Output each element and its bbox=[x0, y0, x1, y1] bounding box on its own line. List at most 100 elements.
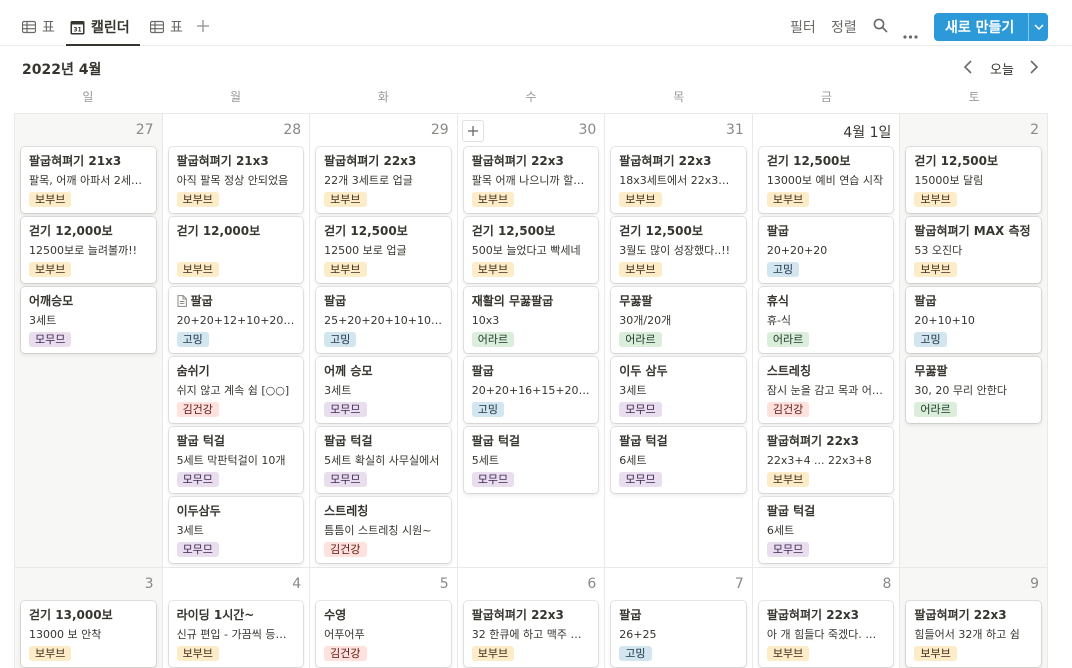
event-tag: 보부브 bbox=[914, 262, 957, 277]
event-card[interactable]: 팔굽 20+20+16+15+20+17 고밍 bbox=[463, 357, 599, 423]
event-tag: 김건강 bbox=[324, 542, 367, 557]
event-card[interactable]: 재활의 무꿇팔굽 10x3 어라르 bbox=[463, 287, 599, 353]
view-tab-calendar[interactable]: 31 캘린더 bbox=[70, 16, 130, 38]
event-card[interactable]: 팔굽 턱걸 6세트 모무므 bbox=[758, 497, 894, 563]
calendar-day[interactable]: 29 팔굽혀펴기 22x3 22개 3세트로 업글 보부브 걷기 12,500보 1250… bbox=[310, 114, 458, 568]
event-card[interactable]: 라이딩 1시간~ 신규 편입 - 가끔씩 등장 예정보부브 bbox=[168, 601, 304, 667]
event-card[interactable]: 팔굽 26+25 고밍 bbox=[611, 601, 746, 667]
event-description: 10x3 bbox=[471, 314, 500, 327]
event-card[interactable]: 걷기 12,500보 15000보 달림 보부브 bbox=[906, 147, 1041, 213]
event-card[interactable]: 걷기 12,000보 12500보로 늘려볼까!! 보부브 bbox=[21, 217, 156, 283]
event-card[interactable]: 걷기 12,500보 13000보 예비 연습 시작 보부브 bbox=[758, 147, 894, 213]
event-card[interactable]: 팔굽 20+20+20 고밍 bbox=[758, 217, 894, 283]
view-tab-table-1[interactable]: 표 bbox=[22, 16, 55, 38]
event-card[interactable]: 팔굽 20+20+12+10+20+20+20 고밍 bbox=[168, 287, 304, 353]
calendar-day[interactable]: 2 걷기 12,500보 15000보 달림 보부브 팔굽혀펴기 MAX 측정 53 오진… bbox=[900, 114, 1048, 568]
event-card[interactable]: 걷기 12,000보 보부브 bbox=[168, 217, 304, 283]
event-card[interactable]: 팔굽혀펴기 21x3 팔목, 어깨 아파서 2세트 감 보부브 bbox=[21, 147, 156, 213]
event-card[interactable]: 수영 어푸어푸 김건강 bbox=[316, 601, 451, 667]
today-button[interactable]: 오늘 bbox=[990, 59, 1014, 78]
event-card[interactable]: 이두 삼두 3세트 모무므 bbox=[611, 357, 746, 423]
event-title: 팔굽혀펴기 21x3 bbox=[176, 154, 269, 168]
event-description: 20+20+16+15+20+17 bbox=[471, 384, 591, 397]
event-card[interactable]: 팔굽 25+20+20+10+10+10+10 고밍 bbox=[316, 287, 451, 353]
calendar-day[interactable]: 6 팔굽혀펴기 22x3 32 한큐에 하고 맥주 한잔 보부브 bbox=[457, 568, 606, 668]
event-card[interactable]: 팔굽혀펴기 21x3 아직 팔목 정상 안되었음 보부브 bbox=[168, 147, 304, 213]
event-title: 재활의 무꿇팔굽 bbox=[471, 294, 554, 308]
event-card[interactable]: 걷기 12,500보 3월도 많이 성장했다..!! 보부브 bbox=[611, 217, 746, 283]
event-card[interactable]: 휴식 휴-식 어라르 bbox=[758, 287, 894, 353]
calendar-day[interactable]: 9 팔굽혀펴기 22x3 힘들어서 32개 하고 쉼 보부브 bbox=[900, 568, 1048, 668]
more-options-button[interactable] bbox=[903, 24, 918, 43]
event-description: 12500 보로 업글 bbox=[324, 244, 407, 257]
calendar-day[interactable]: 5 수영 어푸어푸 김건강 bbox=[310, 568, 458, 668]
event-card[interactable]: 걷기 13,000보 13000 보 안착 보부브 bbox=[21, 601, 156, 667]
event-title: 팔굽혀펴기 22x3 bbox=[766, 608, 860, 622]
event-description: 3세트 bbox=[176, 524, 204, 537]
event-description: 20+20+20 bbox=[766, 244, 828, 257]
prev-month-button[interactable] bbox=[963, 59, 972, 78]
event-tag: 어라르 bbox=[471, 332, 515, 347]
event-card[interactable]: 무꿇팔 30, 20 무리 안한다 어라르 bbox=[906, 357, 1041, 423]
event-tag: 모무므 bbox=[324, 402, 367, 417]
event-card[interactable]: 팔굽혀펴기 22x3 팔목 어깨 나으니까 할만함 보부브 bbox=[463, 147, 599, 213]
event-card[interactable]: 팔굽 턱걸 5세트 모무므 bbox=[463, 427, 599, 493]
event-description: 아 개 힘들다 죽겠다. 하하 bbox=[766, 628, 886, 641]
filter-button[interactable]: 필터 bbox=[790, 17, 816, 37]
event-card[interactable]: 팔굽혀펴기 22x3 22개 3세트로 업글 보부브 bbox=[316, 147, 451, 213]
weekday-label: 금 bbox=[820, 90, 832, 104]
add-event-button[interactable] bbox=[461, 120, 484, 142]
event-card[interactable]: 걷기 12,500보 500보 늘었다고 빡세네 보부브 bbox=[463, 217, 599, 283]
day-number: 3 bbox=[144, 576, 154, 592]
event-card[interactable]: 팔굽혀펴기 22x3 아 개 힘들다 죽겠다. 하하 보부브 bbox=[758, 601, 894, 667]
event-tag: 모무므 bbox=[619, 402, 662, 417]
next-month-button[interactable] bbox=[1030, 59, 1039, 78]
event-card[interactable]: 걷기 12,500보 12500 보로 업글 보부브 bbox=[316, 217, 451, 283]
event-description: 어푸어푸 bbox=[324, 628, 365, 641]
event-card[interactable]: 팔굽혀펴기 22x3 18x3세트에서 22x3세트까지보부브 bbox=[611, 147, 746, 213]
event-description: 6세트 bbox=[619, 454, 647, 467]
event-card[interactable]: 어께 승모 3세트 모무므 bbox=[316, 357, 451, 423]
event-tag: 고밍 bbox=[619, 646, 652, 661]
calendar-day[interactable]: 3 걷기 13,000보 13000 보 안착 보부브 bbox=[15, 568, 163, 668]
add-view-button[interactable] bbox=[196, 15, 210, 37]
view-tab-table-2[interactable]: 표 bbox=[150, 16, 183, 38]
event-title: 걷기 12,500보 bbox=[619, 224, 703, 238]
view-tab-label: 표 bbox=[42, 20, 55, 36]
calendar-day[interactable]: 27 팔굽혀펴기 21x3 팔목, 어깨 아파서 2세트 감 보부브 걷기 12,000… bbox=[15, 114, 163, 568]
new-dropdown-button[interactable] bbox=[1028, 13, 1048, 41]
calendar-day[interactable]: 28 팔굽혀펴기 21x3 아직 팔목 정상 안되었음 보부브 걷기 12,000보 보부… bbox=[162, 114, 311, 568]
calendar-day[interactable]: 4 라이딩 1시간~ 신규 편입 - 가끔씩 등장 예정보부브 bbox=[162, 568, 311, 668]
event-card[interactable]: 팔굽혀펴기 MAX 측정 53 오진다 보부브 bbox=[906, 217, 1041, 283]
event-card[interactable]: 팔굽 턱걸 5세트 막판턱걸이 10개 모무므 bbox=[168, 427, 304, 493]
calendar-day[interactable]: 31팔굽혀펴기 22x318x3세트에서 22x3세트까지보부브걷기 12,50… bbox=[605, 114, 753, 568]
event-title: 라이딩 1시간~ bbox=[176, 608, 255, 622]
event-card[interactable]: 팔굽 턱걸 6세트 모무므 bbox=[611, 427, 746, 493]
event-title: 어께 승모 bbox=[324, 364, 373, 378]
event-card[interactable]: 어깨승모 3세트 모무므 bbox=[21, 287, 156, 353]
search-button[interactable] bbox=[873, 18, 888, 37]
calendar-day[interactable]: 30 팔굽혀펴기 22x3 팔목 어깨 나으니까 할만함 보부브 걷기 12,500보 5… bbox=[457, 114, 606, 568]
sort-button[interactable]: 정렬 bbox=[831, 17, 857, 37]
event-title: 팔굽혀펴기 21x3 bbox=[29, 154, 122, 168]
calendar-day[interactable]: 8 팔굽혀펴기 22x3 아 개 힘들다 죽겠다. 하하 보부브 bbox=[752, 568, 901, 668]
weekday-header: 일월화수목금토 bbox=[14, 88, 1048, 108]
event-tag: 보부브 bbox=[619, 262, 662, 277]
event-tag: 보부브 bbox=[914, 646, 957, 661]
calendar-day[interactable]: 4월 1일 걷기 12,500보 13000보 예비 연습 시작 보부브 팔굽 20+20… bbox=[752, 114, 901, 568]
event-card[interactable]: 팔굽혀펴기 22x3 힘들어서 32개 하고 쉼 보부브 bbox=[906, 601, 1041, 667]
event-description: 53 오진다 bbox=[914, 244, 963, 257]
event-card[interactable]: 이두삼두 3세트 모무므 bbox=[168, 497, 304, 563]
event-card[interactable]: 스트레칭 틈틈이 스트레칭 시원~ 김건강 bbox=[316, 497, 451, 563]
event-card[interactable]: 무꿇팔 30개/20개 어라르 bbox=[611, 287, 746, 353]
event-card[interactable]: 팔굽 턱걸 5세트 확실히 사무실에서 모무므 bbox=[316, 427, 451, 493]
event-title: 팔굽 턱걸 bbox=[619, 434, 668, 448]
new-button[interactable]: 새로 만들기 bbox=[934, 13, 1048, 41]
event-tag: 어라르 bbox=[766, 332, 810, 347]
event-card[interactable]: 팔굽혀펴기 22x3 32 한큐에 하고 맥주 한잔 보부브 bbox=[463, 601, 599, 667]
calendar-day[interactable]: 7 팔굽 26+25 고밍 bbox=[605, 568, 753, 668]
event-card[interactable]: 팔굽혀펴기 22x3 22x3+4 ... 22x3+8 보부브 bbox=[758, 427, 894, 493]
event-card[interactable]: 팔굽 20+10+10 고밍 bbox=[906, 287, 1041, 353]
event-card[interactable]: 숨쉬기 쉬지 않고 계속 쉼 [○○] 김건강 bbox=[168, 357, 304, 423]
event-card[interactable]: 스트레칭 잠시 눈을 감고 목과 어깨를 김건강 bbox=[758, 357, 894, 423]
